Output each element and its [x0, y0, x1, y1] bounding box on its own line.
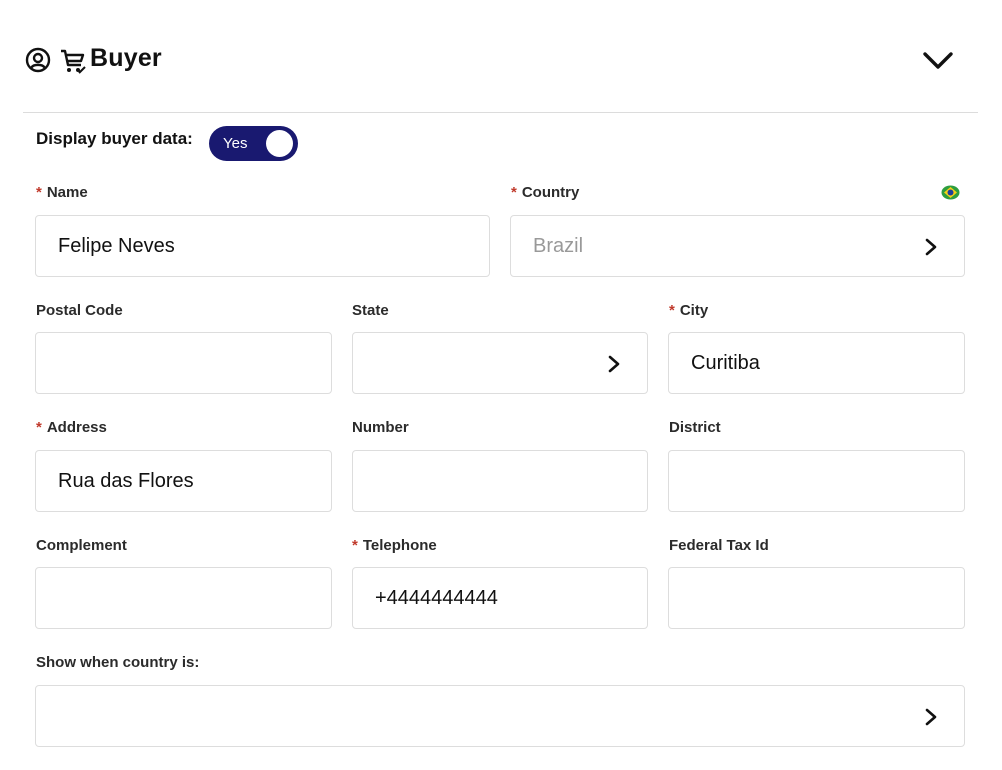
- name-label: * Name: [36, 184, 88, 201]
- address-label: * Address: [36, 419, 107, 436]
- address-value: Rua das Flores: [58, 470, 194, 492]
- section-title: Buyer: [90, 44, 162, 72]
- name-label-text: Name: [46, 184, 88, 201]
- required-marker: *: [36, 184, 42, 201]
- toggle-state-label: Yes: [223, 135, 248, 152]
- postal-code-label: Postal Code: [36, 302, 123, 319]
- display-buyer-data-toggle[interactable]: Yes: [209, 126, 298, 161]
- show-when-country-select[interactable]: [35, 685, 965, 747]
- chevron-down-icon[interactable]: [921, 48, 955, 74]
- complement-label: Complement: [36, 537, 127, 554]
- name-input[interactable]: Felipe Neves: [35, 215, 490, 277]
- complement-input[interactable]: [35, 567, 332, 629]
- telephone-label: * Telephone: [352, 537, 437, 554]
- address-input[interactable]: Rua das Flores: [35, 450, 332, 512]
- chevron-right-icon: [925, 238, 937, 256]
- postal-code-input[interactable]: [35, 332, 332, 394]
- chevron-right-icon: [608, 355, 620, 373]
- number-label: Number: [352, 419, 409, 436]
- city-value: Curitiba: [691, 352, 760, 374]
- federal-tax-id-input[interactable]: [668, 567, 965, 629]
- number-input[interactable]: [352, 450, 648, 512]
- country-value: Brazil: [533, 235, 584, 257]
- cart-icon: [61, 49, 86, 74]
- telephone-input[interactable]: +4444444444: [352, 567, 648, 629]
- required-marker: *: [511, 184, 517, 201]
- telephone-value: +4444444444: [375, 587, 498, 609]
- federal-tax-id-label: Federal Tax Id: [669, 537, 769, 554]
- show-when-country-label: Show when country is:: [36, 654, 200, 671]
- buyer-section-header: Buyer: [23, 30, 978, 90]
- display-buyer-data-label: Display buyer data:: [36, 129, 193, 148]
- country-label-text: Country: [521, 184, 580, 201]
- brazil-flag-icon: [941, 185, 960, 200]
- address-label-text: Address: [46, 419, 107, 436]
- name-value: Felipe Neves: [58, 235, 175, 257]
- city-label-text: City: [679, 302, 709, 319]
- header-divider: [23, 112, 978, 113]
- city-label: * City: [669, 302, 708, 319]
- telephone-label-text: Telephone: [362, 537, 437, 554]
- required-marker: *: [669, 302, 675, 319]
- country-label: * Country: [511, 184, 579, 201]
- state-select[interactable]: [352, 332, 648, 394]
- district-input[interactable]: [668, 450, 965, 512]
- chevron-right-icon: [925, 708, 937, 726]
- required-marker: *: [36, 419, 42, 436]
- user-circle-icon: [25, 47, 51, 73]
- required-marker: *: [352, 537, 358, 554]
- district-label: District: [669, 419, 721, 436]
- toggle-knob: [266, 130, 293, 157]
- city-input[interactable]: Curitiba: [668, 332, 965, 394]
- country-select[interactable]: Brazil: [510, 215, 965, 277]
- state-label: State: [352, 302, 389, 319]
